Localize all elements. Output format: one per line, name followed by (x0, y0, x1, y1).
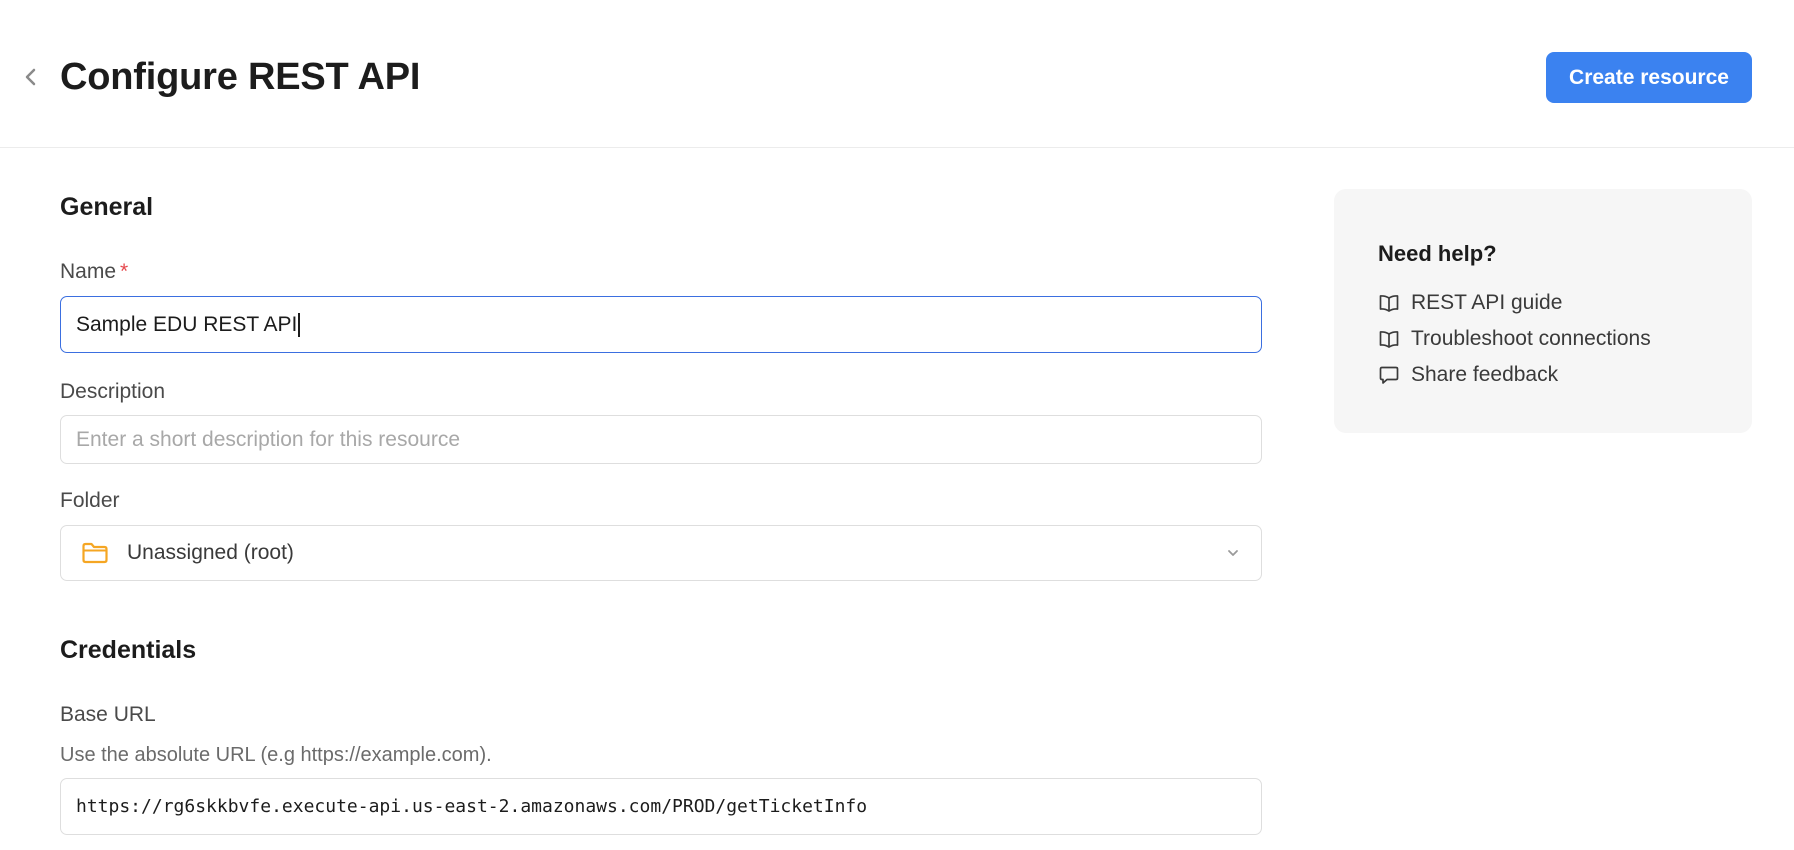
credentials-heading: Credentials (60, 636, 197, 664)
page-title: Configure REST API (60, 56, 421, 98)
chat-bubble-icon (1378, 364, 1400, 386)
description-input[interactable] (61, 416, 1261, 463)
help-link-rest-api-guide[interactable]: REST API guide (1378, 291, 1562, 315)
name-label-text: Name (60, 260, 117, 283)
page-header: Configure REST API Create resource (0, 0, 1794, 148)
base-url-field[interactable] (60, 778, 1262, 835)
folder-label: Folder (60, 489, 120, 512)
base-url-input[interactable] (61, 779, 1261, 834)
create-resource-button[interactable]: Create resource (1546, 52, 1752, 103)
description-label: Description (60, 380, 166, 403)
text-caret (298, 312, 301, 337)
chevron-down-icon (1225, 545, 1241, 561)
book-open-icon (1378, 292, 1400, 314)
book-open-icon (1378, 328, 1400, 350)
help-link-troubleshoot[interactable]: Troubleshoot connections (1378, 327, 1651, 351)
help-title: Need help? (1378, 241, 1497, 266)
name-label: Name * (60, 260, 128, 284)
base-url-hint: Use the absolute URL (e.g https://exampl… (60, 744, 492, 766)
help-link-label: REST API guide (1411, 291, 1563, 314)
folder-icon (81, 541, 109, 565)
folder-value: Unassigned (root) (127, 541, 294, 564)
folder-field[interactable]: Unassigned (root) (60, 525, 1262, 581)
name-input-value: Sample EDU REST API (76, 312, 298, 336)
base-url-label: Base URL (60, 703, 156, 726)
help-card: Need help? REST API guide Troubleshoot c… (1334, 189, 1752, 433)
description-field[interactable] (60, 415, 1262, 464)
general-heading: General (60, 193, 154, 221)
folder-select[interactable]: Unassigned (root) (61, 526, 1261, 580)
chevron-left-icon (25, 68, 36, 86)
required-indicator: * (120, 260, 129, 283)
help-link-label: Troubleshoot connections (1411, 327, 1651, 350)
help-link-label: Share feedback (1411, 363, 1559, 386)
help-link-share-feedback[interactable]: Share feedback (1378, 363, 1558, 387)
name-field[interactable]: Sample EDU REST API (60, 296, 1262, 353)
back-button[interactable] (18, 64, 44, 90)
name-input[interactable]: Sample EDU REST API (76, 297, 301, 352)
